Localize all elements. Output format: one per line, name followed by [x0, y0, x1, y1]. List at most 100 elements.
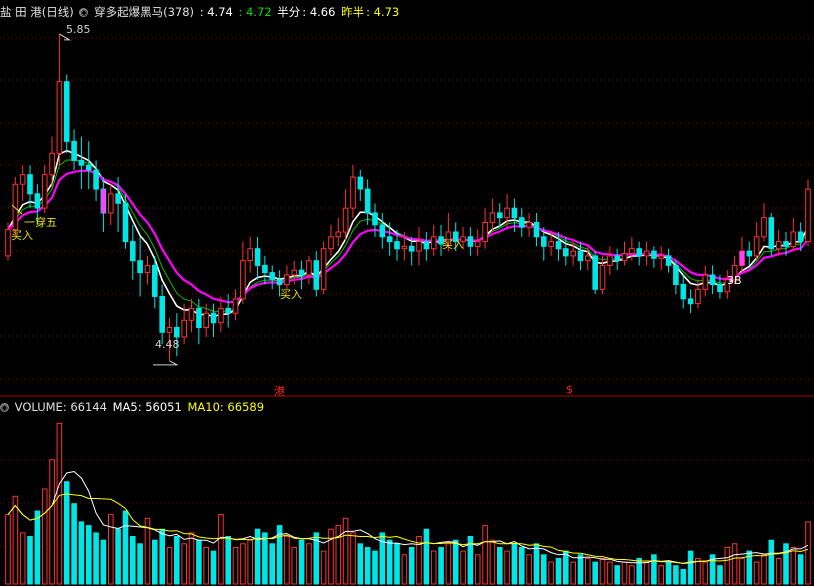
volume-bar[interactable]	[651, 554, 657, 585]
candlestick[interactable]	[19, 165, 26, 201]
volume-bar[interactable]	[137, 543, 143, 585]
volume-bar[interactable]	[41, 488, 48, 585]
candlestick[interactable]	[56, 33, 63, 166]
volume-bar[interactable]	[152, 539, 158, 585]
candlestick[interactable]	[790, 217, 797, 252]
candlestick[interactable]	[651, 246, 657, 268]
volume-bar[interactable]	[563, 550, 569, 585]
candlestick[interactable]	[702, 265, 709, 297]
candlestick[interactable]	[768, 212, 775, 256]
volume-settings-icon[interactable]: ◉	[0, 403, 9, 412]
candlestick[interactable]	[665, 248, 672, 273]
candlestick[interactable]	[247, 236, 253, 273]
candlestick[interactable]	[335, 217, 342, 247]
volume-bar[interactable]	[460, 550, 466, 585]
volume-bar[interactable]	[687, 550, 694, 585]
candlestick[interactable]	[306, 255, 312, 285]
volume-bar[interactable]	[174, 536, 180, 585]
volume-bar[interactable]	[541, 554, 547, 585]
volume-bar[interactable]	[452, 539, 459, 585]
volume-bar[interactable]	[254, 528, 261, 585]
volume-bar[interactable]	[364, 547, 371, 585]
candlestick[interactable]	[599, 255, 606, 295]
candlestick[interactable]	[482, 208, 488, 249]
volume-bar[interactable]	[665, 561, 672, 585]
candlestick[interactable]	[188, 298, 195, 333]
volume-bar[interactable]	[115, 528, 121, 585]
candlestick[interactable]	[86, 141, 92, 190]
volume-bar[interactable]	[526, 554, 532, 585]
candlestick[interactable]	[643, 241, 650, 266]
candlestick[interactable]	[71, 129, 77, 170]
volume-label[interactable]: VOLUME: 66144	[15, 400, 107, 414]
volume-bar[interactable]	[775, 557, 782, 585]
volume-bar[interactable]	[12, 495, 19, 585]
volume-bar[interactable]	[342, 517, 349, 585]
volume-bar[interactable]	[621, 561, 628, 585]
volume-bar[interactable]	[577, 554, 584, 585]
volume-bar[interactable]	[519, 547, 525, 585]
candlestick[interactable]	[526, 212, 532, 237]
candlestick[interactable]	[467, 227, 474, 256]
volume-bar[interactable]	[335, 525, 342, 585]
volume-bar[interactable]	[78, 521, 85, 585]
volume-bar[interactable]	[570, 561, 577, 585]
candlestick[interactable]	[364, 179, 371, 225]
candlestick[interactable]	[489, 198, 496, 233]
volume-bar[interactable]	[262, 532, 268, 585]
volume-bar[interactable]	[474, 554, 481, 585]
volume-bar[interactable]	[357, 543, 364, 585]
candlestick[interactable]	[423, 232, 430, 261]
candlestick[interactable]	[232, 289, 239, 321]
volume-bar[interactable]	[269, 543, 275, 585]
candlestick[interactable]	[474, 229, 481, 256]
volume-bar[interactable]	[130, 536, 136, 585]
volume-bar[interactable]	[27, 536, 33, 585]
candlestick[interactable]	[614, 248, 621, 271]
candlestick[interactable]	[680, 274, 687, 309]
volume-bar[interactable]	[739, 557, 745, 585]
volume-bar[interactable]	[783, 543, 789, 585]
indicator-settings-icon[interactable]: ◉	[79, 8, 89, 17]
candlestick[interactable]	[775, 229, 782, 256]
candlestick[interactable]	[497, 203, 503, 228]
volume-bar[interactable]	[607, 561, 613, 585]
candlestick[interactable]	[761, 203, 767, 242]
volume-bar[interactable]	[430, 550, 437, 585]
volume-bar[interactable]	[805, 521, 811, 585]
volume-bar[interactable]	[673, 565, 679, 585]
volume-bar[interactable]	[34, 510, 41, 585]
volume-bar[interactable]	[445, 543, 452, 585]
volume-bar[interactable]	[643, 561, 650, 585]
candlestick[interactable]	[746, 241, 753, 266]
candlestick[interactable]	[130, 224, 136, 280]
volume-bar[interactable]	[196, 539, 202, 585]
volume-bar[interactable]	[497, 547, 503, 585]
candlestick[interactable]	[673, 260, 679, 295]
candlestick[interactable]	[320, 241, 327, 295]
volume-bar[interactable]	[56, 422, 63, 585]
volume-bar[interactable]	[49, 459, 55, 585]
volume-bar[interactable]	[63, 481, 70, 585]
stock-name[interactable]: 盐 田 港(日线)	[0, 5, 74, 19]
volume-bar[interactable]	[298, 539, 305, 585]
volume-bar[interactable]	[724, 547, 731, 585]
candlestick[interactable]	[519, 208, 525, 237]
volume-bar[interactable]	[108, 514, 114, 585]
volume-bar[interactable]	[629, 565, 635, 585]
volume-bar[interactable]	[695, 557, 701, 585]
indicator-name[interactable]: 穿多起爆黑马(378)	[94, 5, 194, 19]
candlestick[interactable]	[350, 165, 356, 218]
candlestick[interactable]	[41, 165, 48, 213]
volume-bar[interactable]	[122, 510, 129, 585]
volume-bar[interactable]	[504, 550, 510, 585]
volume-bar[interactable]	[19, 532, 26, 585]
candlestick[interactable]	[709, 265, 716, 295]
volume-bar[interactable]	[100, 539, 107, 585]
volume-bar[interactable]	[401, 554, 408, 585]
volume-bar[interactable]	[328, 528, 334, 585]
candlestick[interactable]	[254, 236, 261, 280]
volume-bar[interactable]	[482, 525, 488, 585]
candlestick[interactable]	[533, 212, 540, 247]
volume-bar[interactable]	[731, 543, 738, 585]
